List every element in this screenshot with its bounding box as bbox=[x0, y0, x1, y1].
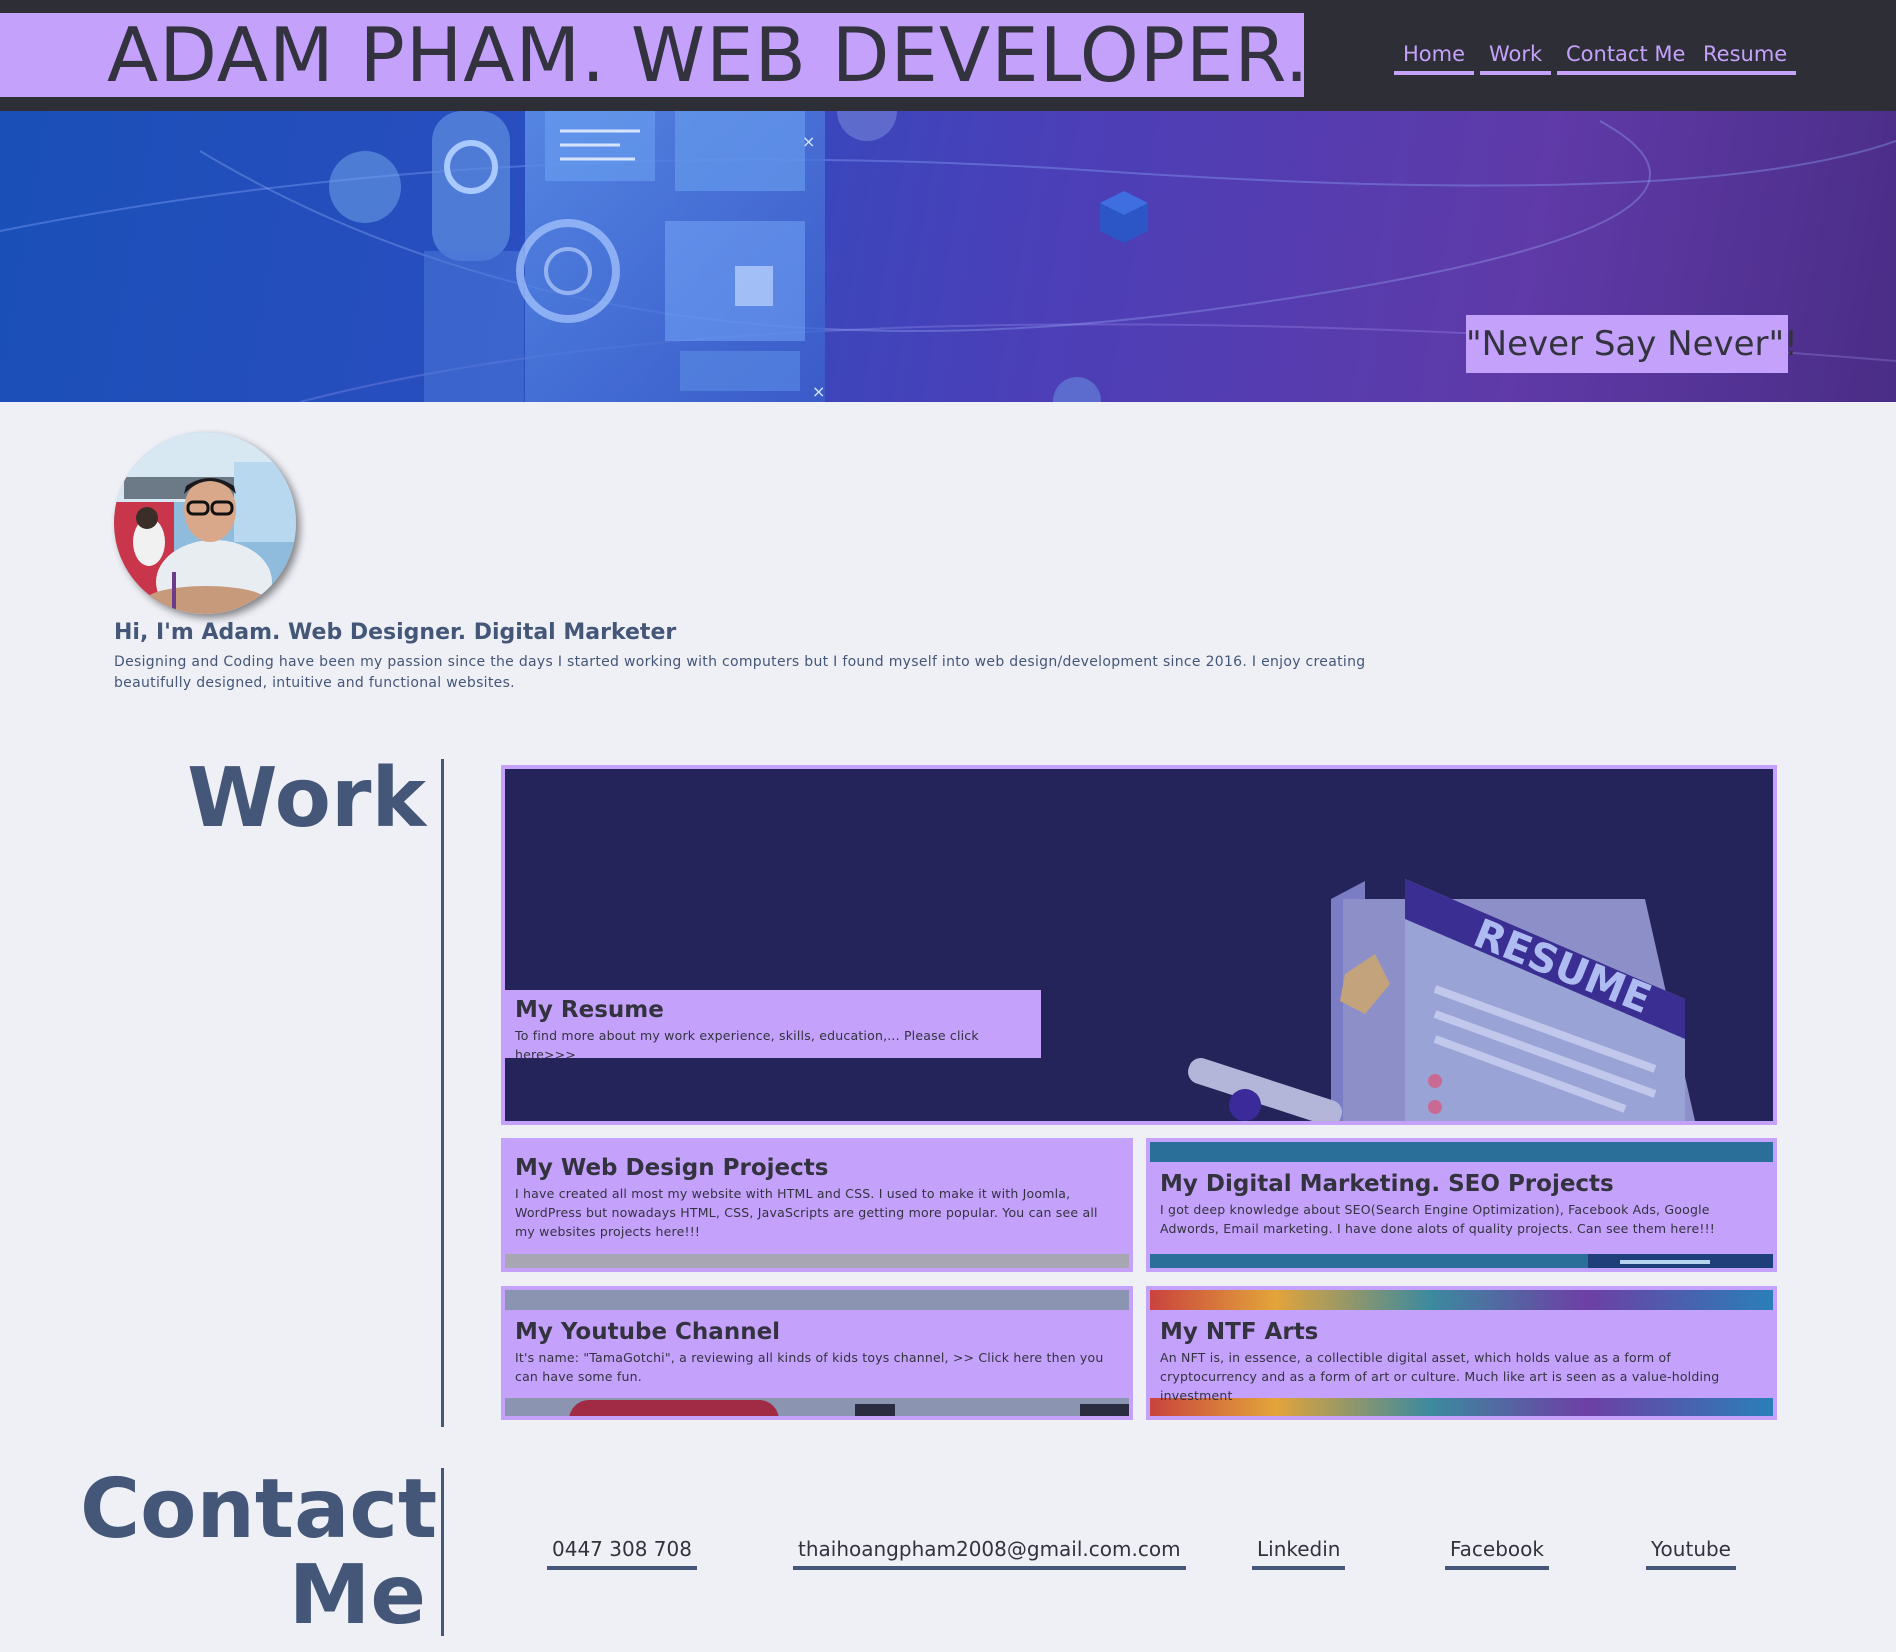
card-description: To find more about my work experience, s… bbox=[515, 1028, 979, 1062]
contact-divider bbox=[441, 1468, 444, 1636]
card-description: I got deep knowledge about SEO(Search En… bbox=[1160, 1202, 1715, 1236]
work-card-nft-arts[interactable]: My NTF Arts An NFT is, in essence, a col… bbox=[1146, 1286, 1777, 1420]
site-title: ADAM PHAM. WEB DEVELOPER. bbox=[107, 11, 1310, 99]
work-card-digital-marketing[interactable]: My Digital Marketing. SEO Projects I got… bbox=[1146, 1138, 1777, 1272]
youtube-image-mark bbox=[1080, 1404, 1129, 1416]
work-divider bbox=[441, 759, 444, 1427]
youtube-logo-shape bbox=[569, 1400, 779, 1416]
nav-resume[interactable]: Resume bbox=[1694, 40, 1797, 75]
work-card-web-design[interactable]: My Web Design Projects I have created al… bbox=[501, 1138, 1133, 1272]
contact-email-link[interactable]: thaihoangpham2008@gmail.com.com bbox=[793, 1536, 1186, 1570]
svg-text:×: × bbox=[802, 132, 815, 151]
about-text: Designing and Coding have been my passio… bbox=[114, 654, 1366, 691]
contact-linkedin-link[interactable]: Linkedin bbox=[1252, 1536, 1346, 1570]
web-design-caption: My Web Design Projects I have created al… bbox=[505, 1142, 1129, 1254]
contact-heading-line1: Contact bbox=[80, 1462, 438, 1557]
contact-facebook-link[interactable]: Facebook bbox=[1445, 1536, 1549, 1570]
card-title: My Youtube Channel bbox=[515, 1319, 781, 1345]
svg-text:×: × bbox=[812, 382, 825, 401]
nav-contact-me[interactable]: Contact Me bbox=[1557, 40, 1695, 75]
profile-photo bbox=[114, 432, 296, 614]
work-card-youtube[interactable]: My Youtube Channel It's name: "TamaGotch… bbox=[501, 1286, 1133, 1420]
about-heading: Hi, I'm Adam. Web Designer. Digital Mark… bbox=[114, 620, 677, 645]
work-card-resume[interactable]: RESUME My Resume To find more about my w… bbox=[501, 765, 1777, 1125]
nav-work[interactable]: Work bbox=[1480, 40, 1552, 75]
contact-phone-link[interactable]: 0447 308 708 bbox=[547, 1536, 697, 1570]
title-bar: ADAM PHAM. WEB DEVELOPER. bbox=[0, 13, 1309, 97]
resume-illustration: RESUME bbox=[1188, 879, 1695, 1121]
contact-heading-line2: Me bbox=[288, 1548, 426, 1643]
youtube-image-mark bbox=[855, 1404, 895, 1416]
hero-banner: × × "Never Say Never"! bbox=[0, 111, 1896, 402]
card-description: I have created all most my website with … bbox=[515, 1186, 1098, 1239]
card-description: An NFT is, in essence, a collectible dig… bbox=[1160, 1350, 1720, 1403]
card-title: My NTF Arts bbox=[1160, 1319, 1319, 1345]
card-title: My Digital Marketing. SEO Projects bbox=[1160, 1171, 1614, 1197]
contact-youtube-link[interactable]: Youtube bbox=[1646, 1536, 1736, 1570]
hero-quote: "Never Say Never"! bbox=[1466, 315, 1798, 373]
nft-arts-caption: My NTF Arts An NFT is, in essence, a col… bbox=[1150, 1310, 1773, 1403]
work-heading: Work bbox=[187, 751, 426, 846]
nav-home[interactable]: Home bbox=[1394, 40, 1475, 75]
resume-caption: My Resume To find more about my work exp… bbox=[505, 990, 1041, 1062]
card-title: My Web Design Projects bbox=[515, 1155, 829, 1181]
digital-marketing-caption: My Digital Marketing. SEO Projects I got… bbox=[1150, 1162, 1773, 1254]
seo-image-bar bbox=[1620, 1260, 1710, 1264]
avatar bbox=[114, 432, 296, 614]
card-description: It's name: "TamaGotchi", a reviewing all… bbox=[515, 1350, 1104, 1384]
youtube-caption: My Youtube Channel It's name: "TamaGotch… bbox=[505, 1310, 1129, 1398]
contact-heading: Contact Me bbox=[80, 1467, 437, 1639]
site-header: ADAM PHAM. WEB DEVELOPER. Home Work Cont… bbox=[0, 0, 1896, 111]
card-title: My Resume bbox=[515, 997, 664, 1023]
